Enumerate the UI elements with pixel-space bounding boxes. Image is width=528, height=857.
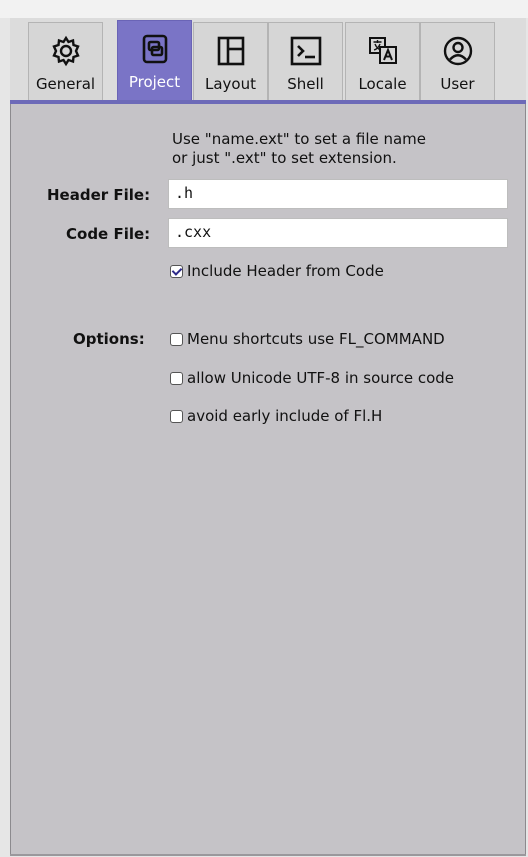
tab-shell[interactable]: Shell: [268, 22, 343, 100]
header-file-label: Header File:: [47, 186, 151, 204]
tab-layout[interactable]: Layout: [193, 22, 268, 100]
filename-hint: Use "name.ext" to set a file name or jus…: [172, 130, 502, 168]
option-menu-shortcuts[interactable]: Menu shortcuts use FL_COMMAND: [170, 330, 445, 348]
tab-general[interactable]: General: [28, 22, 103, 100]
tab-user[interactable]: User: [420, 22, 495, 100]
user-icon: [440, 33, 476, 69]
hint-line: Use "name.ext" to set a file name: [172, 130, 427, 148]
window-top-strip: [0, 0, 528, 18]
tab-label: Project: [128, 73, 181, 91]
tab-project[interactable]: Project: [117, 20, 192, 100]
options-label: Options:: [73, 330, 145, 348]
tab-label: User: [440, 75, 475, 93]
option-avoid-early-include[interactable]: avoid early include of Fl.H: [170, 407, 382, 425]
tab-label: General: [35, 75, 96, 93]
avoid-early-include-checkbox[interactable]: [170, 409, 183, 423]
header-file-input[interactable]: .h: [168, 179, 508, 209]
include-header-label: Include Header from Code: [187, 262, 384, 280]
include-header-checkbox[interactable]: [170, 264, 183, 278]
panel-bottom-border: [10, 854, 526, 856]
option-label: Menu shortcuts use FL_COMMAND: [187, 330, 445, 348]
option-label: avoid early include of Fl.H: [187, 407, 383, 425]
option-label: allow Unicode UTF-8 in source code: [187, 369, 455, 387]
layout-icon: [213, 33, 249, 69]
gear-icon: [48, 33, 84, 69]
hint-line: or just ".ext" to set extension.: [172, 149, 397, 167]
option-allow-unicode[interactable]: allow Unicode UTF-8 in source code: [170, 369, 454, 387]
allow-unicode-checkbox[interactable]: [170, 371, 183, 385]
project-icon: [137, 31, 173, 67]
tab-label: Locale: [358, 75, 407, 93]
tab-label: Layout: [205, 75, 256, 93]
tab-label: Shell: [287, 75, 324, 93]
translate-icon: [365, 33, 401, 69]
terminal-icon: [288, 33, 324, 69]
code-file-input[interactable]: .cxx: [168, 218, 508, 248]
project-panel: [10, 104, 526, 854]
tab-bar: General Project Layout Shell Locale User: [10, 18, 526, 100]
include-header-option[interactable]: Include Header from Code: [170, 262, 384, 280]
settings-window: General Project Layout Shell Locale User…: [10, 18, 526, 856]
code-file-label: Code File:: [66, 225, 151, 243]
menu-shortcuts-checkbox[interactable]: [170, 332, 183, 346]
tab-locale[interactable]: Locale: [345, 22, 420, 100]
